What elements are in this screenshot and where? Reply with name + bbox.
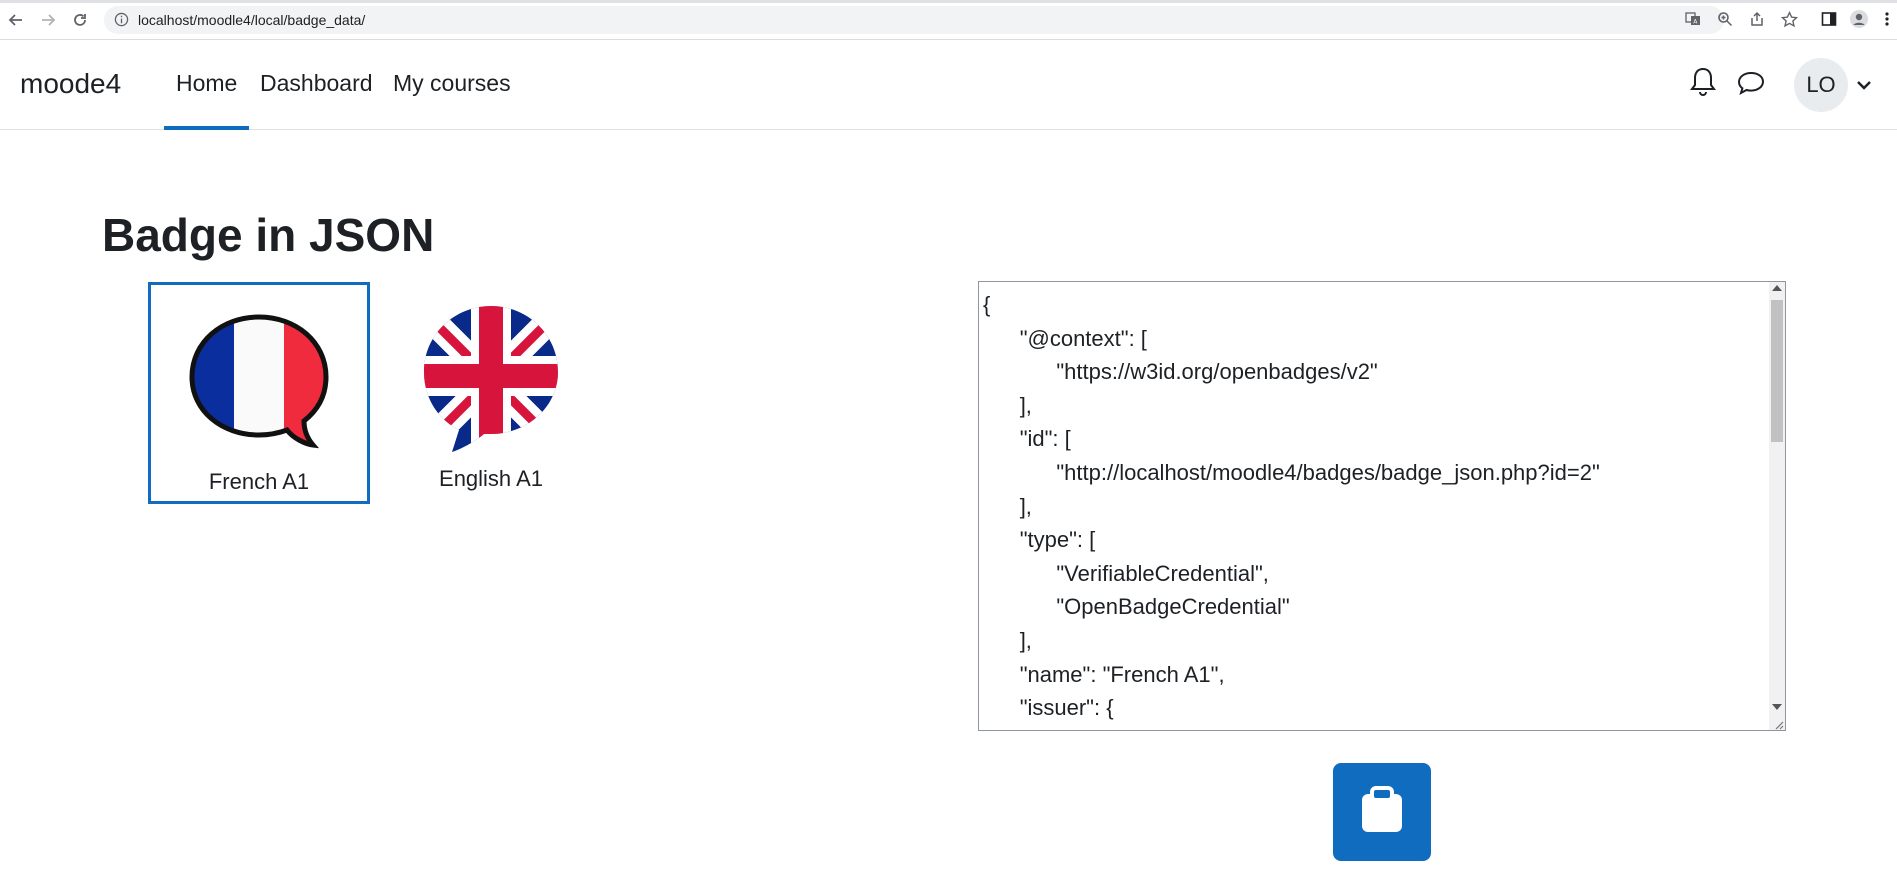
badge-label: French A1 (208, 469, 310, 494)
france-flag-speech-bubble-icon (184, 307, 334, 457)
translate-icon[interactable]: A (1682, 8, 1704, 30)
chat-bubble-icon[interactable] (1736, 70, 1766, 101)
address-bar[interactable]: localhost/moodle4/local/badge_data/ (104, 6, 1724, 34)
badge-english-a1[interactable]: English A1 (380, 282, 602, 504)
clipboard-icon (1360, 785, 1404, 839)
nav-my-courses[interactable]: My courses (393, 70, 511, 97)
site-brand[interactable]: moode4 (20, 68, 121, 100)
forward-icon[interactable] (36, 8, 60, 32)
reload-icon[interactable] (68, 8, 92, 32)
uk-flag-speech-bubble-icon (416, 304, 566, 454)
scroll-up-icon[interactable] (1772, 285, 1782, 291)
bell-icon[interactable] (1690, 66, 1716, 101)
nav-home[interactable]: Home (163, 70, 250, 130)
user-avatar[interactable]: LO (1794, 58, 1848, 112)
json-content[interactable]: { "@context": [ "https://w3id.org/openba… (979, 282, 1767, 730)
badge-french-a1[interactable]: French A1 (148, 282, 370, 504)
json-textarea[interactable]: { "@context": [ "https://w3id.org/openba… (978, 281, 1786, 731)
resize-grip-icon[interactable] (1772, 717, 1784, 730)
info-icon[interactable] (114, 12, 129, 32)
zoom-icon[interactable] (1714, 8, 1736, 30)
tab-strip-edge (0, 0, 1897, 3)
chevron-down-icon[interactable] (1856, 78, 1872, 96)
badge-label: English A1 (439, 466, 543, 491)
back-icon[interactable] (4, 8, 28, 32)
scrollbar-thumb[interactable] (1771, 300, 1783, 442)
url-text[interactable]: localhost/moodle4/local/badge_data/ (138, 12, 365, 28)
page-title: Badge in JSON (102, 209, 435, 261)
site-navbar: moode4 Home Dashboard My courses LO (0, 40, 1897, 130)
nav-dashboard[interactable]: Dashboard (260, 70, 373, 97)
json-scrollbar[interactable] (1769, 282, 1785, 730)
scroll-down-icon[interactable] (1772, 704, 1782, 710)
share-icon[interactable] (1746, 8, 1768, 30)
browser-toolbar: localhost/moodle4/local/badge_data/ A (0, 0, 1897, 40)
copy-json-button[interactable] (1333, 763, 1431, 861)
side-panel-icon[interactable] (1818, 8, 1840, 30)
profile-icon[interactable] (1848, 8, 1870, 30)
bookmark-star-icon[interactable] (1778, 8, 1800, 30)
menu-icon[interactable] (1880, 8, 1894, 30)
